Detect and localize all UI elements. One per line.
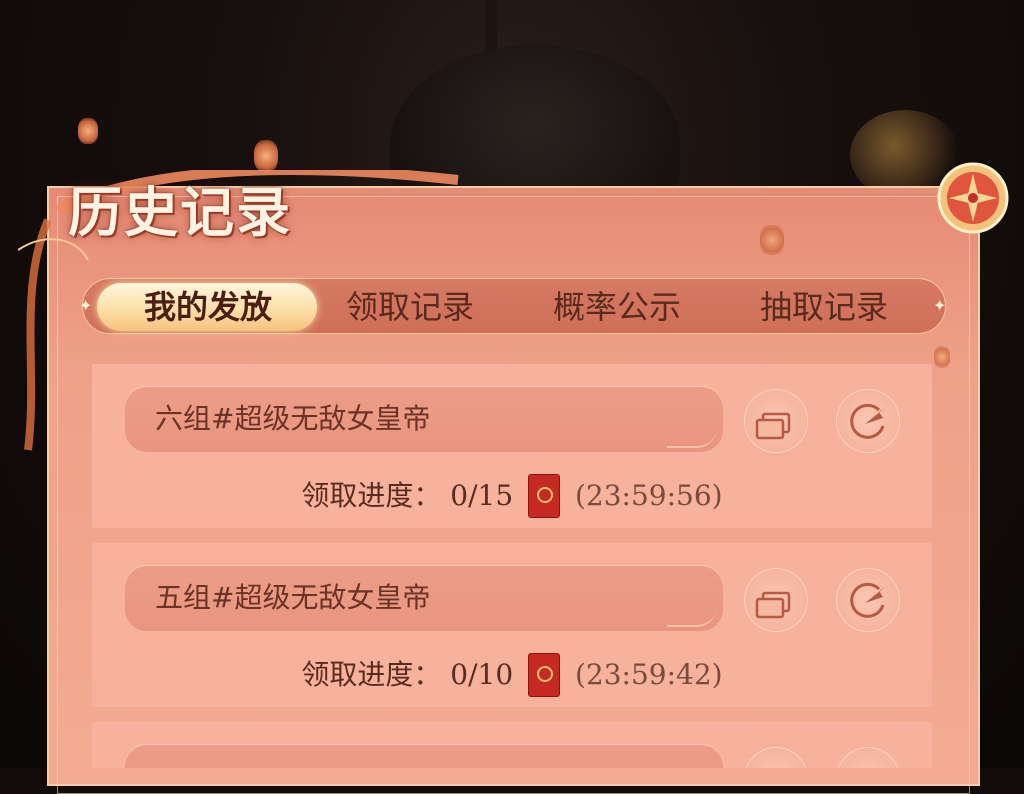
share-button[interactable] <box>837 390 899 452</box>
tab-my-issued[interactable]: 我的发放 <box>99 279 317 335</box>
copy-button[interactable] <box>745 390 807 452</box>
copy-button[interactable] <box>745 569 807 631</box>
share-button[interactable] <box>837 748 899 768</box>
record-name-bar: 六组#超级无敌女皇帝 <box>125 386 723 452</box>
progress-value: 0/10 <box>450 658 514 691</box>
record-card: 五组#超级无敌女皇帝 领取进度： 0/10 (23:59:42) <box>92 543 932 707</box>
red-envelope-icon <box>528 474 561 518</box>
lantern-icon <box>760 225 784 255</box>
share-button[interactable] <box>837 569 899 631</box>
red-envelope-icon <box>528 653 561 697</box>
swirl-decoration <box>667 426 717 448</box>
record-card: 六组#超级无敌女皇帝 领取进度： 0/15 (23:59:56) <box>92 364 932 528</box>
share-arrow-icon <box>850 403 885 439</box>
page-title: 历史记录 <box>68 180 292 244</box>
star-icon: ✦ <box>933 296 947 315</box>
record-card <box>92 722 932 768</box>
star-icon: ✦ <box>79 296 93 315</box>
tab-claim-records[interactable]: 领取记录 <box>321 279 499 335</box>
record-name-bar: 五组#超级无敌女皇帝 <box>125 565 723 631</box>
record-name: 六组#超级无敌女皇帝 <box>155 402 431 435</box>
countdown: (23:59:42) <box>575 658 723 691</box>
record-name: 五组#超级无敌女皇帝 <box>155 581 431 614</box>
progress-value: 0/15 <box>450 479 514 512</box>
progress-label: 领取进度： <box>301 658 442 691</box>
copy-icon <box>755 412 791 440</box>
tab-probability[interactable]: 概率公示 <box>528 279 706 335</box>
progress-row: 领取进度： 0/15 (23:59:56) <box>92 474 932 518</box>
progress-row: 领取进度： 0/10 (23:59:42) <box>92 653 932 697</box>
share-arrow-icon <box>850 582 885 618</box>
copy-button[interactable] <box>745 748 807 768</box>
tab-bar: ✦ ✦ 我的发放 领取记录 概率公示 抽取记录 <box>79 278 947 335</box>
lantern-icon <box>78 118 98 144</box>
swirl-decoration <box>667 605 717 627</box>
tab-draw-records[interactable]: 抽取记录 <box>735 279 913 335</box>
countdown: (23:59:56) <box>575 479 723 512</box>
emblem-icon[interactable] <box>935 160 1011 236</box>
progress-label: 领取进度： <box>301 479 442 512</box>
lantern-icon <box>934 346 950 368</box>
record-name-bar <box>125 744 723 768</box>
copy-icon <box>755 591 791 619</box>
